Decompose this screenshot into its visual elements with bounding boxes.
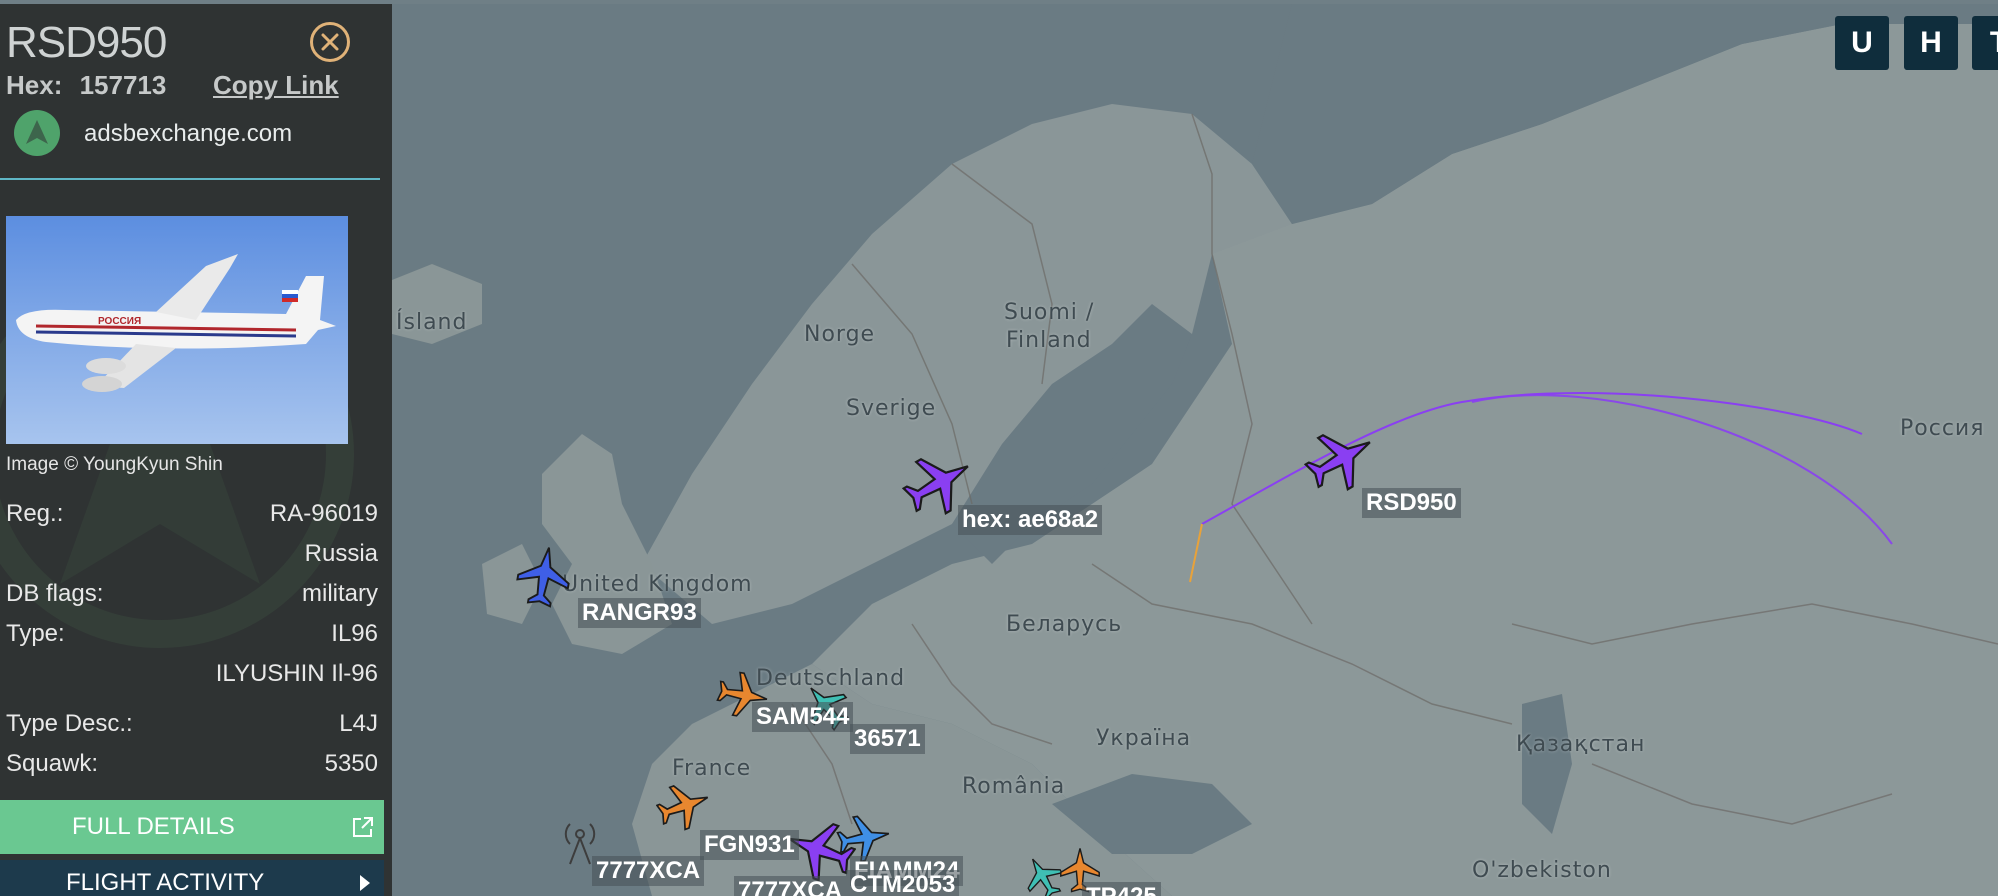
reg-label: Reg.: [6, 500, 64, 527]
close-button[interactable] [310, 22, 350, 62]
label-ctm[interactable]: CTM2053 [846, 870, 960, 896]
adsbexchange-logo-icon[interactable] [14, 110, 60, 156]
full-details-label: FULL DETAILS [72, 813, 235, 840]
label-36571[interactable]: 36571 [850, 724, 925, 754]
label-finland-2: Finland [1006, 328, 1092, 353]
image-credit: Image © YoungKyun Shin [6, 454, 223, 475]
livery-text: РОССИЯ [98, 316, 141, 327]
full-details-button[interactable]: FULL DETAILS [0, 800, 384, 854]
label-uk: United Kingdom [562, 572, 753, 597]
type-value: IL96 [331, 620, 378, 647]
label-ukraine: Україна [1096, 726, 1192, 751]
typedesc-label: Type Desc.: [6, 710, 133, 737]
aircraft-photo[interactable]: РОССИЯ [6, 216, 348, 444]
label-uzbekistan: O'zbekiston [1472, 858, 1612, 883]
label-sam[interactable]: SAM544 [752, 702, 854, 732]
aircraft-icon-fgn[interactable] [656, 778, 712, 834]
label-romania: România [962, 774, 1066, 799]
callsign-title: RSD950 [6, 18, 167, 67]
external-link-icon [353, 817, 373, 837]
map-button-t[interactable]: T [1972, 16, 1998, 70]
type-label: Type: [6, 620, 65, 647]
flight-activity-label: FLIGHT ACTIVITY [66, 869, 265, 896]
country-row: Russia [6, 540, 378, 576]
typedesc-row: Type Desc.: L4J [6, 710, 378, 746]
hex-value: 157713 [79, 70, 167, 100]
label-ae68a2[interactable]: hex: ae68a2 [958, 505, 1103, 535]
close-icon [321, 33, 339, 51]
aircraft-info-panel: RSD950 Hex: 157713 Copy Link adsbexchang… [0, 4, 392, 896]
aircraft-icon-rsd950[interactable] [1304, 422, 1378, 496]
label-7777xca-1[interactable]: 7777XCA [592, 856, 705, 886]
hex-label: Hex: [6, 70, 63, 100]
site-link[interactable]: adsbexchange.com [84, 120, 292, 148]
label-kazakhstan: Қазақстан [1516, 732, 1646, 757]
hex-row: Hex: 157713 Copy Link [6, 70, 339, 101]
dbflags-label: DB flags: [6, 580, 104, 607]
chevron-right-icon [360, 875, 370, 891]
label-russia: Россия [1900, 416, 1985, 441]
label-7777xca-2[interactable]: 7777XCA [734, 876, 847, 896]
country-value: Russia [304, 540, 378, 567]
map-button-u[interactable]: U [1835, 16, 1889, 70]
label-tp[interactable]: TP425 [1082, 882, 1161, 896]
label-sweden: Sverige [846, 396, 937, 421]
label-fgn[interactable]: FGN931 [700, 830, 799, 860]
reg-row: Reg.: RA-96019 [6, 500, 378, 536]
reg-value: RA-96019 [269, 500, 378, 527]
label-finland-1: Suomi / [1004, 300, 1095, 325]
dbflags-value: military [302, 580, 378, 607]
type-name-row: ILYUSHIN Il-96 [6, 660, 378, 696]
flight-activity-button[interactable]: FLIGHT ACTIVITY [0, 860, 384, 896]
label-belarus: Беларусь [1006, 612, 1123, 637]
map-button-h[interactable]: H [1904, 16, 1958, 70]
type-name-value: ILYUSHIN Il-96 [215, 660, 378, 687]
map-basemap [392, 4, 1998, 896]
label-rangr93[interactable]: RANGR93 [578, 598, 701, 628]
squawk-label: Squawk: [6, 750, 99, 777]
map-view[interactable]: Ísland Norge Sverige Suomi / Finland Uni… [392, 4, 1998, 896]
label-rsd950[interactable]: RSD950 [1362, 488, 1461, 518]
copy-link[interactable]: Copy Link [213, 70, 339, 101]
typedesc-value: L4J [339, 710, 378, 737]
label-iceland: Ísland [396, 310, 468, 335]
type-row: Type: IL96 [6, 620, 378, 656]
aircraft-icon-rangr93[interactable] [512, 536, 576, 616]
divider [0, 178, 380, 180]
squawk-row: Squawk: 5350 [6, 750, 378, 786]
label-norway: Norge [804, 322, 876, 347]
dbflags-row: DB flags: military [6, 580, 378, 616]
squawk-value: 5350 [324, 750, 378, 777]
